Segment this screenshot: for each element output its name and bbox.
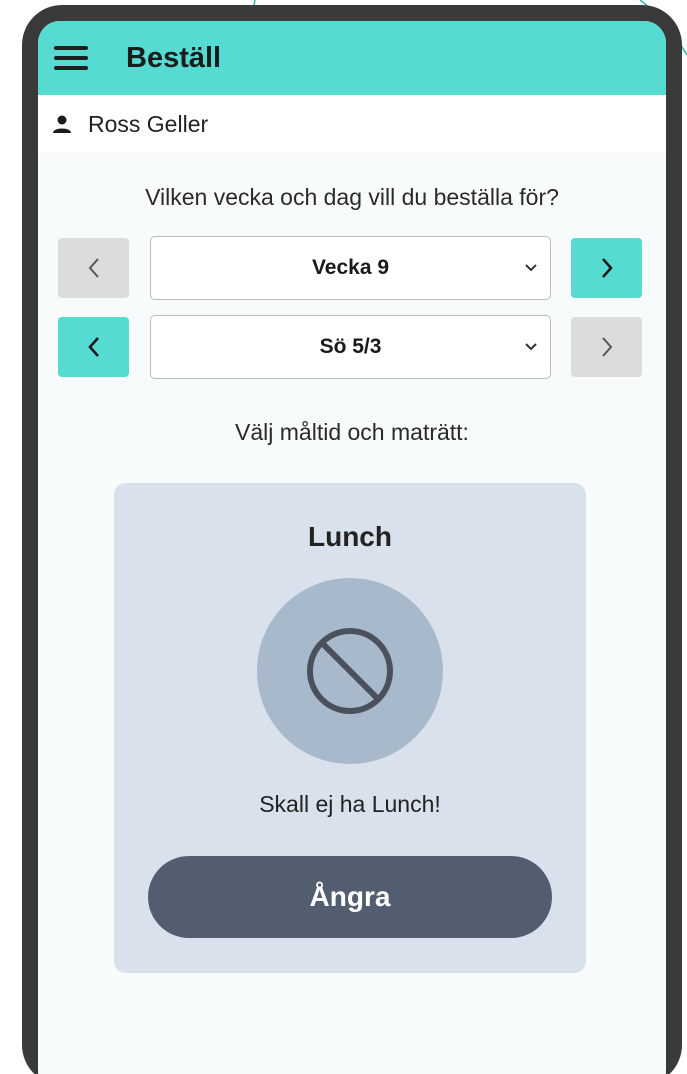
day-select[interactable]: Sö 5/3	[150, 315, 551, 379]
chevron-left-icon	[88, 258, 99, 278]
meal-status-text: Skall ej ha Lunch!	[259, 791, 441, 817]
app-bar: Beställ	[38, 21, 666, 95]
chevron-right-icon	[601, 258, 613, 278]
meal-card: Lunch Skall ej ha Lunch! Ångra	[114, 483, 586, 973]
next-day-button[interactable]	[571, 317, 642, 377]
meal-title: Lunch	[308, 521, 392, 552]
week-select-value: Vecka 9	[311, 256, 390, 279]
user-bar: Ross Geller	[38, 95, 666, 153]
chevron-left-icon	[87, 337, 99, 357]
undo-button[interactable]: Ångra	[148, 856, 552, 938]
chevron-right-icon	[601, 337, 612, 357]
week-select[interactable]: Vecka 9	[150, 236, 551, 300]
meal-prompt: Välj måltid och maträtt:	[235, 419, 469, 445]
day-select-value: Sö 5/3	[319, 335, 382, 358]
next-week-button[interactable]	[571, 238, 642, 298]
app-screen: Beställ Ross Geller Vilken vecka och dag…	[38, 21, 666, 1074]
meal-status-circle	[257, 578, 443, 764]
ban-icon	[307, 628, 393, 714]
day-selector-row: Sö 5/3	[58, 315, 642, 379]
prev-day-button[interactable]	[58, 317, 129, 377]
week-day-question: Vilken vecka och dag vill du beställa fö…	[145, 184, 559, 210]
prev-week-button[interactable]	[58, 238, 129, 298]
chevron-down-icon	[525, 264, 537, 272]
person-icon	[53, 115, 71, 133]
chevron-down-icon	[525, 343, 537, 351]
week-selector-row: Vecka 9	[58, 236, 642, 300]
user-name: Ross Geller	[88, 110, 209, 137]
menu-icon[interactable]	[54, 46, 88, 70]
page-title: Beställ	[126, 41, 222, 74]
